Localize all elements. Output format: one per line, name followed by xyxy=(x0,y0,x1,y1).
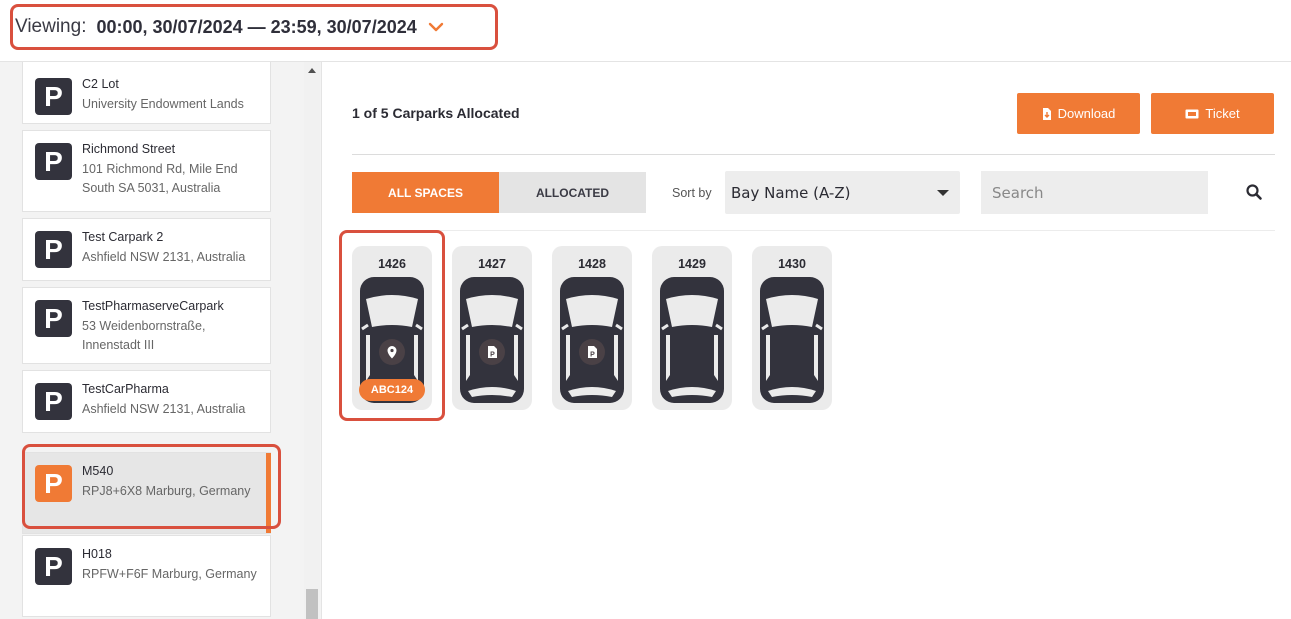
carpark-address: 101 Richmond Rd, Mile End South SA 5031,… xyxy=(82,162,238,195)
caret-down-icon xyxy=(937,190,949,196)
carpark-name: TestPharmaserveCarpark xyxy=(82,299,224,313)
parking-logo-icon: P xyxy=(35,231,72,268)
sort-value: Bay Name (A-Z) xyxy=(731,183,851,202)
car-top-view-icon: P xyxy=(460,277,524,403)
carpark-item[interactable]: P Test Carpark 2 Ashfield NSW 2131, Austra… xyxy=(22,218,271,281)
search-icon[interactable] xyxy=(1245,183,1263,201)
viewing-range: 00:00, 30/07/2024 — 23:59, 30/07/2024 xyxy=(96,16,417,37)
parking-bay[interactable]: 1430 xyxy=(752,246,832,410)
carpark-item[interactable]: P H018 RPFW+F6F Marburg, Germany xyxy=(22,535,271,617)
carpark-name: H018 xyxy=(82,547,112,561)
space-tabs: ALL SPACES ALLOCATED xyxy=(352,172,646,213)
download-label: Download xyxy=(1057,106,1116,121)
carpark-item[interactable]: P Richmond Street 101 Richmond Rd, Mile En… xyxy=(22,130,271,212)
car-top-view-icon xyxy=(760,277,824,403)
carpark-item[interactable]: P TestCarPharma Ashfield NSW 2131, Austral… xyxy=(22,370,271,433)
carpark-address: 53 Weidenbornstraße, Innenstadt III xyxy=(82,319,206,352)
parking-document-icon: P xyxy=(488,346,497,359)
tab-all-spaces[interactable]: ALL SPACES xyxy=(352,172,499,213)
divider xyxy=(352,230,1275,231)
bay-number: 1428 xyxy=(578,257,606,271)
bay-number: 1430 xyxy=(778,257,806,271)
carpark-name: C2 Lot xyxy=(82,77,119,91)
search-input[interactable] xyxy=(981,171,1208,214)
parking-bay[interactable]: 1428 P xyxy=(552,246,632,410)
carpark-item[interactable]: P C2 Lot University Endowment Lands xyxy=(22,62,271,124)
selected-bay-highlight xyxy=(339,230,445,421)
sort-select[interactable]: Bay Name (A-Z) xyxy=(725,171,960,214)
sidebar-scrollbar[interactable] xyxy=(304,62,320,619)
divider xyxy=(352,154,1275,155)
tab-allocated[interactable]: ALLOCATED xyxy=(499,172,646,213)
car-top-view-icon xyxy=(660,277,724,403)
viewing-label: Viewing: xyxy=(15,16,87,37)
parking-logo-icon: P xyxy=(35,78,72,115)
ticket-label: Ticket xyxy=(1205,106,1240,121)
carpark-name: Test Carpark 2 xyxy=(82,230,164,244)
carpark-sidebar: P C2 Lot University Endowment Lands P Richmo… xyxy=(0,62,322,619)
ticket-button[interactable]: Ticket xyxy=(1151,93,1274,134)
carpark-item[interactable]: P TestPharmaserveCarpark 53 Weidenbornstra… xyxy=(22,287,271,364)
svg-text:P: P xyxy=(490,352,495,359)
parking-logo-icon: P xyxy=(35,383,72,420)
selected-carpark-highlight xyxy=(22,444,281,529)
parking-document-icon: P xyxy=(588,346,597,359)
download-button[interactable]: Download xyxy=(1017,93,1140,134)
top-header: Viewing: 00:00, 30/07/2024 — 23:59, 30/0… xyxy=(0,0,1291,62)
main-panel: 1 of 5 Carparks Allocated Download Ticke… xyxy=(322,62,1291,619)
download-file-icon xyxy=(1042,107,1051,120)
sort-label: Sort by xyxy=(672,186,712,200)
carpark-address: RPFW+F6F Marburg, Germany xyxy=(82,567,257,581)
parking-logo-icon: P xyxy=(35,300,72,337)
date-range-selector[interactable]: Viewing: 00:00, 30/07/2024 — 23:59, 30/0… xyxy=(10,4,498,50)
carpark-name: Richmond Street xyxy=(82,142,176,156)
bay-number: 1427 xyxy=(478,257,506,271)
parking-logo-icon: P xyxy=(35,143,72,180)
chevron-down-icon[interactable] xyxy=(427,18,445,36)
carpark-address: Ashfield NSW 2131, Australia xyxy=(82,402,246,416)
svg-text:P: P xyxy=(590,352,595,359)
carpark-name: TestCarPharma xyxy=(82,382,169,396)
carpark-address: Ashfield NSW 2131, Australia xyxy=(82,250,246,264)
ticket-icon xyxy=(1185,109,1199,118)
carpark-address: University Endowment Lands xyxy=(82,97,244,111)
scroll-thumb[interactable] xyxy=(306,589,318,619)
parking-bay[interactable]: 1429 xyxy=(652,246,732,410)
car-top-view-icon: P xyxy=(560,277,624,403)
parking-bay[interactable]: 1427 P xyxy=(452,246,532,410)
scroll-up-arrow-icon[interactable] xyxy=(308,68,316,73)
bay-number: 1429 xyxy=(678,257,706,271)
allocated-count: 1 of 5 Carparks Allocated xyxy=(352,105,520,121)
parking-logo-icon: P xyxy=(35,548,72,585)
